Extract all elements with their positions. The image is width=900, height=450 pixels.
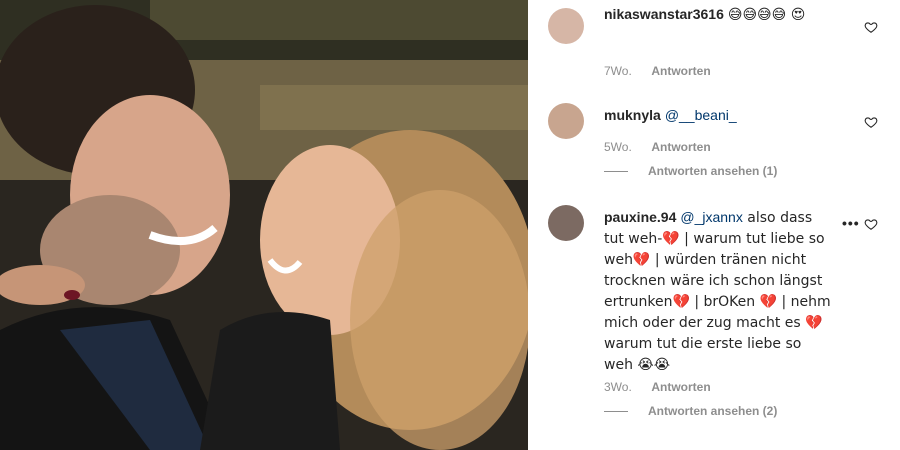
divider-line	[604, 411, 628, 413]
heart-outline-icon[interactable]	[864, 20, 878, 34]
view-replies-button[interactable]: Antworten ansehen (2)	[604, 404, 777, 418]
post-photo	[0, 0, 528, 450]
view-replies-label: Antworten ansehen (2)	[648, 404, 778, 418]
comment-username[interactable]: muknyla	[604, 107, 661, 123]
comment-body: 😅😅😅😅 😍	[727, 7, 806, 23]
reply-button[interactable]: Antworten	[651, 380, 710, 394]
comment-meta: 7Wo. Antworten	[604, 64, 711, 78]
comment-item: nikaswanstar3616 😅😅😅😅 😍 7Wo. Antworten	[548, 4, 878, 84]
heart-outline-icon[interactable]	[864, 217, 878, 231]
comment-item: muknyla @__beani_ 5Wo. Antworten Antworte…	[548, 103, 878, 183]
mention-link[interactable]: @_jxannx	[680, 209, 742, 225]
avatar[interactable]	[548, 103, 584, 139]
comment-text: pauxine.94 @_jxannx also dass tut weh-💔 |…	[604, 207, 834, 375]
avatar[interactable]	[548, 8, 584, 44]
comment-timestamp: 3Wo.	[604, 380, 632, 394]
reply-button[interactable]: Antworten	[651, 64, 710, 78]
comment-username[interactable]: nikaswanstar3616	[604, 6, 724, 22]
comment-item: pauxine.94 @_jxannx also dass tut weh-💔 |…	[548, 205, 878, 430]
comment-text: nikaswanstar3616 😅😅😅😅 😍	[604, 4, 834, 25]
comment-meta: 3Wo. Antworten	[604, 380, 711, 394]
comment-timestamp: 7Wo.	[604, 64, 632, 78]
mention-link[interactable]: @__beani_	[665, 107, 737, 123]
comment-text: muknyla @__beani_	[604, 105, 834, 125]
comments-panel: nikaswanstar3616 😅😅😅😅 😍 7Wo. Antworten mu…	[528, 0, 900, 450]
reply-button[interactable]: Antworten	[651, 140, 710, 154]
view-replies-button[interactable]: Antworten ansehen (1)	[604, 164, 777, 178]
heart-outline-icon[interactable]	[864, 115, 878, 129]
avatar[interactable]	[548, 205, 584, 241]
divider-line	[604, 171, 628, 173]
comment-timestamp: 5Wo.	[604, 140, 632, 154]
comment-meta: 5Wo. Antworten	[604, 140, 711, 154]
more-options-icon[interactable]: •••	[842, 215, 860, 231]
comment-body: also dass tut weh-💔 | warum tut liebe so…	[604, 210, 831, 373]
comment-username[interactable]: pauxine.94	[604, 209, 676, 225]
view-replies-label: Antworten ansehen (1)	[648, 164, 778, 178]
